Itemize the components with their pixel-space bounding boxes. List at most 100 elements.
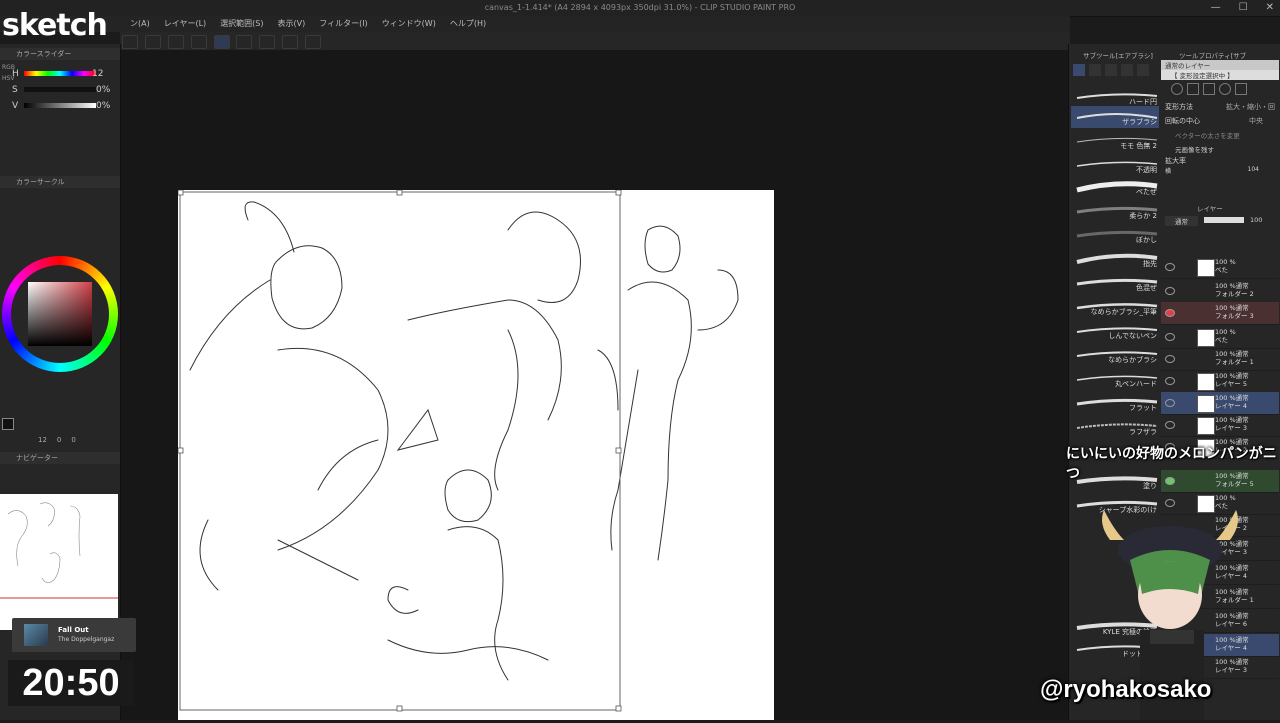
channel-handle: @ryohakosako <box>1040 676 1212 703</box>
toolbar-button[interactable] <box>122 35 138 49</box>
saturation-bar[interactable] <box>24 87 96 92</box>
opacity-value[interactable]: 100 <box>1250 216 1262 226</box>
brush-item[interactable]: ぼかし <box>1071 224 1159 246</box>
checkbox-keep-original[interactable]: 元画像を残す <box>1161 144 1279 156</box>
settings-icon[interactable] <box>1171 83 1183 95</box>
window-title: canvas_1-1.414* (A4 2894 x 4093px 350dpi… <box>484 3 796 12</box>
eraser-icon[interactable] <box>1089 64 1101 76</box>
brush-item[interactable]: ペたぜ <box>1071 176 1159 198</box>
saturation-square[interactable] <box>28 282 92 346</box>
brush-item[interactable]: フラット <box>1071 392 1159 414</box>
eye-icon[interactable] <box>1165 377 1175 385</box>
pen-icon[interactable] <box>1105 64 1117 76</box>
layer-row[interactable]: 100 % ベた <box>1161 256 1279 279</box>
scale-slider[interactable]: 横 104 <box>1161 166 1279 175</box>
menu-help[interactable]: ヘルプ(H) <box>450 18 486 29</box>
eye-icon[interactable] <box>1165 287 1175 295</box>
eye-icon[interactable] <box>1165 421 1175 429</box>
property-value[interactable]: 中央 <box>1249 116 1263 130</box>
tool-property-tab[interactable]: ツールプロパティ[サブ <box>1179 50 1246 60</box>
color-mode-tabs: RGB HSV <box>2 64 15 82</box>
menu-selection[interactable]: 選択範囲(S) <box>220 18 263 29</box>
layer-row[interactable]: 100 %通常 レイヤー 3 <box>1161 414 1279 437</box>
slider-label: V <box>12 101 19 111</box>
layer-row[interactable]: 100 %通常 フォルダー 2 <box>1161 280 1279 303</box>
scale-value[interactable]: 104 <box>1248 166 1259 175</box>
property-row[interactable]: 回転の中心 中央 <box>1161 116 1279 130</box>
brush-item[interactable]: 柔らか 2 <box>1071 200 1159 222</box>
layer-row[interactable]: 100 %通常 レイヤー 5 <box>1161 370 1279 393</box>
toolbar-button[interactable] <box>144 35 161 49</box>
brush-item[interactable]: モモ 色無 2 <box>1071 130 1159 152</box>
close-icon[interactable] <box>1235 83 1247 95</box>
color-stats: 12 0 0 <box>38 436 76 444</box>
eye-icon[interactable] <box>1165 355 1175 363</box>
blend-mode-select[interactable]: 通常 <box>1165 216 1198 226</box>
transform-icon[interactable] <box>305 35 321 49</box>
eye-icon[interactable] <box>1165 399 1175 407</box>
brush-item[interactable]: ラフザラ <box>1071 416 1159 438</box>
layer-row[interactable]: 100 %通常 フォルダー 1 <box>1161 348 1279 371</box>
brush-item[interactable]: 色混ぜ <box>1071 272 1159 294</box>
menu-animation[interactable]: ン(A) <box>130 18 150 29</box>
pen-icon[interactable] <box>259 35 276 49</box>
brush-item[interactable]: 不透明 <box>1071 154 1159 176</box>
brush-item[interactable]: しんでないペン <box>1071 320 1159 342</box>
layer-row[interactable]: 100 % ベた <box>1161 326 1279 349</box>
flip-icon[interactable] <box>1187 83 1199 95</box>
color-wheel[interactable] <box>2 256 118 372</box>
sub-tool-tab[interactable]: サブツール[エアブラシ] <box>1083 50 1153 60</box>
property-label: 変形方法 <box>1165 103 1193 111</box>
toolbar-button[interactable] <box>213 35 230 49</box>
slider-s[interactable]: S 0% <box>12 85 116 95</box>
drawing-canvas[interactable] <box>177 189 774 720</box>
property-value[interactable]: 拡大・縮小・回 <box>1226 102 1275 116</box>
sketch-drawing <box>177 189 739 712</box>
brush-item[interactable]: 丸ペンハード <box>1071 368 1159 390</box>
brush-item[interactable]: なめらかブラシ <box>1071 344 1159 366</box>
brush-icon[interactable] <box>1137 64 1149 76</box>
pen-icon[interactable] <box>1073 64 1085 76</box>
current-color-icon[interactable] <box>2 418 14 430</box>
flip-icon[interactable] <box>1203 83 1215 95</box>
toolbar-button[interactable] <box>167 35 184 49</box>
eye-icon[interactable] <box>1165 263 1175 271</box>
slider-v[interactable]: V 0% <box>12 101 116 111</box>
timer: 20:50 <box>8 660 134 706</box>
menu-view[interactable]: 表示(V) <box>278 18 306 29</box>
maximize-button[interactable]: ☐ <box>1239 2 1248 13</box>
toolbar-button[interactable] <box>236 35 253 49</box>
tab-rgb[interactable]: RGB <box>2 64 15 71</box>
brush-item[interactable]: 指先 <box>1071 248 1159 270</box>
hue-bar[interactable] <box>24 71 96 76</box>
toolbar-button[interactable] <box>190 35 207 49</box>
brush-label: 柔らか 2 <box>1129 212 1157 220</box>
slider-value: 0% <box>96 101 111 111</box>
navigator-preview[interactable] <box>0 494 118 630</box>
brush-item[interactable]: ハード円 <box>1071 86 1159 108</box>
layer-tab[interactable]: レイヤー <box>1197 203 1223 213</box>
pen-icon[interactable] <box>1121 64 1133 76</box>
slider-h[interactable]: H 12 <box>12 69 116 79</box>
scale-sub-label: 横 <box>1165 168 1172 175</box>
value-bar[interactable] <box>24 103 96 108</box>
brush-item[interactable]: なめらかブラシ_平筆 <box>1071 296 1159 318</box>
minimize-button[interactable]: — <box>1211 2 1221 13</box>
menu-layer[interactable]: レイヤー(L) <box>164 18 206 29</box>
menu-filter[interactable]: フィルター(I) <box>319 18 367 29</box>
brush-item-selected[interactable]: ザラブラシ <box>1071 106 1159 128</box>
layer-row-selected[interactable]: 100 %通常 レイヤー 4 <box>1161 392 1279 415</box>
checkbox-vector-width[interactable]: ベクターの太さを変更 <box>1161 130 1279 144</box>
eye-icon[interactable] <box>1165 333 1175 341</box>
pen-icon[interactable] <box>282 35 299 49</box>
stat-value: 12 <box>38 436 47 444</box>
tab-hsv[interactable]: HSV <box>2 75 14 82</box>
opacity-slider[interactable] <box>1204 217 1244 223</box>
menu-window[interactable]: ウィンドウ(W) <box>382 18 436 29</box>
check-icon[interactable] <box>1219 83 1231 95</box>
close-button[interactable]: ✕ <box>1266 2 1274 13</box>
eye-icon[interactable] <box>1165 309 1175 317</box>
slider-label: H <box>12 69 19 79</box>
layer-row[interactable]: 100 %通常 フォルダー 3 <box>1161 302 1279 325</box>
property-row[interactable]: 変形方法 拡大・縮小・回 <box>1161 102 1279 116</box>
